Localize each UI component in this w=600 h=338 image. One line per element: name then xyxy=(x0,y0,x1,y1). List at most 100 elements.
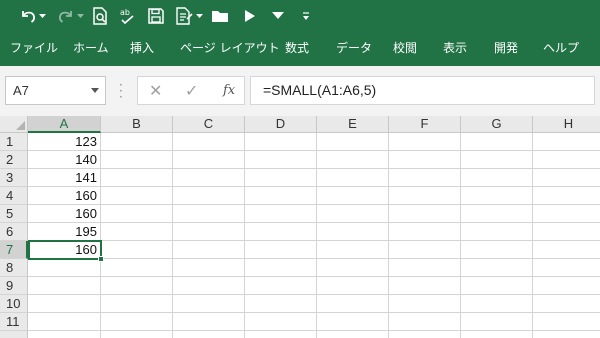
column-header-f[interactable]: F xyxy=(389,116,461,133)
cell-f2[interactable] xyxy=(389,151,461,169)
cell-a4[interactable]: 160 xyxy=(28,187,101,205)
column-header-d[interactable]: D xyxy=(245,116,317,133)
cell-c2[interactable] xyxy=(173,151,245,169)
cell-a3[interactable]: 141 xyxy=(28,169,101,187)
cell-g1[interactable] xyxy=(461,133,533,151)
cell-e5[interactable] xyxy=(317,205,389,223)
tab-insert[interactable]: 挿入 xyxy=(130,40,154,56)
cell-h11[interactable] xyxy=(533,313,600,331)
form-dropdown-icon[interactable] xyxy=(195,6,203,26)
cell-g10[interactable] xyxy=(461,295,533,313)
cell-f6[interactable] xyxy=(389,223,461,241)
worksheet-grid[interactable]: A B C D E F G H 1 2 3 4 5 6 7 8 9 10 11 … xyxy=(0,116,600,338)
row-header[interactable] xyxy=(0,331,28,338)
cell-d5[interactable] xyxy=(245,205,317,223)
cell-e1[interactable] xyxy=(317,133,389,151)
cell-e2[interactable] xyxy=(317,151,389,169)
cell-f12[interactable] xyxy=(389,331,461,338)
cell-h5[interactable] xyxy=(533,205,600,223)
cell-b7[interactable] xyxy=(101,241,173,259)
cell-c9[interactable] xyxy=(173,277,245,295)
cell-f9[interactable] xyxy=(389,277,461,295)
cell-a5[interactable]: 160 xyxy=(28,205,101,223)
cell-c5[interactable] xyxy=(173,205,245,223)
column-header-c[interactable]: C xyxy=(173,116,245,133)
tab-help[interactable]: ヘルプ xyxy=(543,40,579,56)
cell-g2[interactable] xyxy=(461,151,533,169)
undo-dropdown-icon[interactable] xyxy=(38,6,46,26)
cell-a7[interactable]: 160 xyxy=(28,241,101,259)
cell-e9[interactable] xyxy=(317,277,389,295)
print-preview-icon[interactable] xyxy=(90,6,110,26)
spelling-icon[interactable]: ab xyxy=(118,6,138,26)
cell-a10[interactable] xyxy=(28,295,101,313)
cell-b3[interactable] xyxy=(101,169,173,187)
cell-d10[interactable] xyxy=(245,295,317,313)
insert-function-icon[interactable]: fx xyxy=(223,83,235,98)
column-header-e[interactable]: E xyxy=(317,116,389,133)
formula-input[interactable]: =SMALL(A1:A6,5) xyxy=(250,76,595,105)
save-icon[interactable] xyxy=(146,6,166,26)
column-header-b[interactable]: B xyxy=(101,116,173,133)
formula-bar-splitter-icon[interactable]: · · · xyxy=(119,79,123,103)
cell-a2[interactable]: 140 xyxy=(28,151,101,169)
cell-b2[interactable] xyxy=(101,151,173,169)
row-header-selected[interactable]: 7 xyxy=(0,241,28,259)
cell-b5[interactable] xyxy=(101,205,173,223)
cell-e4[interactable] xyxy=(317,187,389,205)
cell-c10[interactable] xyxy=(173,295,245,313)
cell-d11[interactable] xyxy=(245,313,317,331)
cell-f10[interactable] xyxy=(389,295,461,313)
cell-e12[interactable] xyxy=(317,331,389,338)
cell-c7[interactable] xyxy=(173,241,245,259)
cell-f1[interactable] xyxy=(389,133,461,151)
cell-e6[interactable] xyxy=(317,223,389,241)
cell-h10[interactable] xyxy=(533,295,600,313)
cell-f3[interactable] xyxy=(389,169,461,187)
cell-h9[interactable] xyxy=(533,277,600,295)
undo-icon[interactable] xyxy=(18,6,38,26)
name-box[interactable]: A7 xyxy=(5,76,106,105)
cell-g5[interactable] xyxy=(461,205,533,223)
redo-dropdown-icon[interactable] xyxy=(76,6,84,26)
cell-d1[interactable] xyxy=(245,133,317,151)
cell-h4[interactable] xyxy=(533,187,600,205)
cell-g6[interactable] xyxy=(461,223,533,241)
row-header[interactable]: 1 xyxy=(0,133,28,151)
cell-c12[interactable] xyxy=(173,331,245,338)
cell-d8[interactable] xyxy=(245,259,317,277)
cell-b10[interactable] xyxy=(101,295,173,313)
select-all-button[interactable] xyxy=(0,116,28,133)
cell-c11[interactable] xyxy=(173,313,245,331)
cell-h6[interactable] xyxy=(533,223,600,241)
cell-d3[interactable] xyxy=(245,169,317,187)
row-header[interactable]: 10 xyxy=(0,295,28,313)
column-header-g[interactable]: G xyxy=(461,116,533,133)
open-folder-icon[interactable] xyxy=(210,6,232,26)
cell-f7[interactable] xyxy=(389,241,461,259)
tab-file[interactable]: ファイル xyxy=(10,40,58,56)
cell-g8[interactable] xyxy=(461,259,533,277)
cell-f8[interactable] xyxy=(389,259,461,277)
play-icon[interactable] xyxy=(242,6,258,26)
cell-h3[interactable] xyxy=(533,169,600,187)
cell-c4[interactable] xyxy=(173,187,245,205)
cell-e3[interactable] xyxy=(317,169,389,187)
cell-c3[interactable] xyxy=(173,169,245,187)
column-header-a[interactable]: A xyxy=(28,116,101,133)
cell-a8[interactable] xyxy=(28,259,101,277)
tab-review[interactable]: 校閲 xyxy=(393,40,417,56)
cell-g4[interactable] xyxy=(461,187,533,205)
cell-d4[interactable] xyxy=(245,187,317,205)
row-header[interactable]: 8 xyxy=(0,259,28,277)
cell-g12[interactable] xyxy=(461,331,533,338)
cell-h7[interactable] xyxy=(533,241,600,259)
cell-g11[interactable] xyxy=(461,313,533,331)
cell-b4[interactable] xyxy=(101,187,173,205)
cell-g9[interactable] xyxy=(461,277,533,295)
cell-h8[interactable] xyxy=(533,259,600,277)
cell-c6[interactable] xyxy=(173,223,245,241)
row-header[interactable]: 11 xyxy=(0,313,28,331)
cell-d2[interactable] xyxy=(245,151,317,169)
cancel-icon[interactable]: ✕ xyxy=(149,81,162,100)
